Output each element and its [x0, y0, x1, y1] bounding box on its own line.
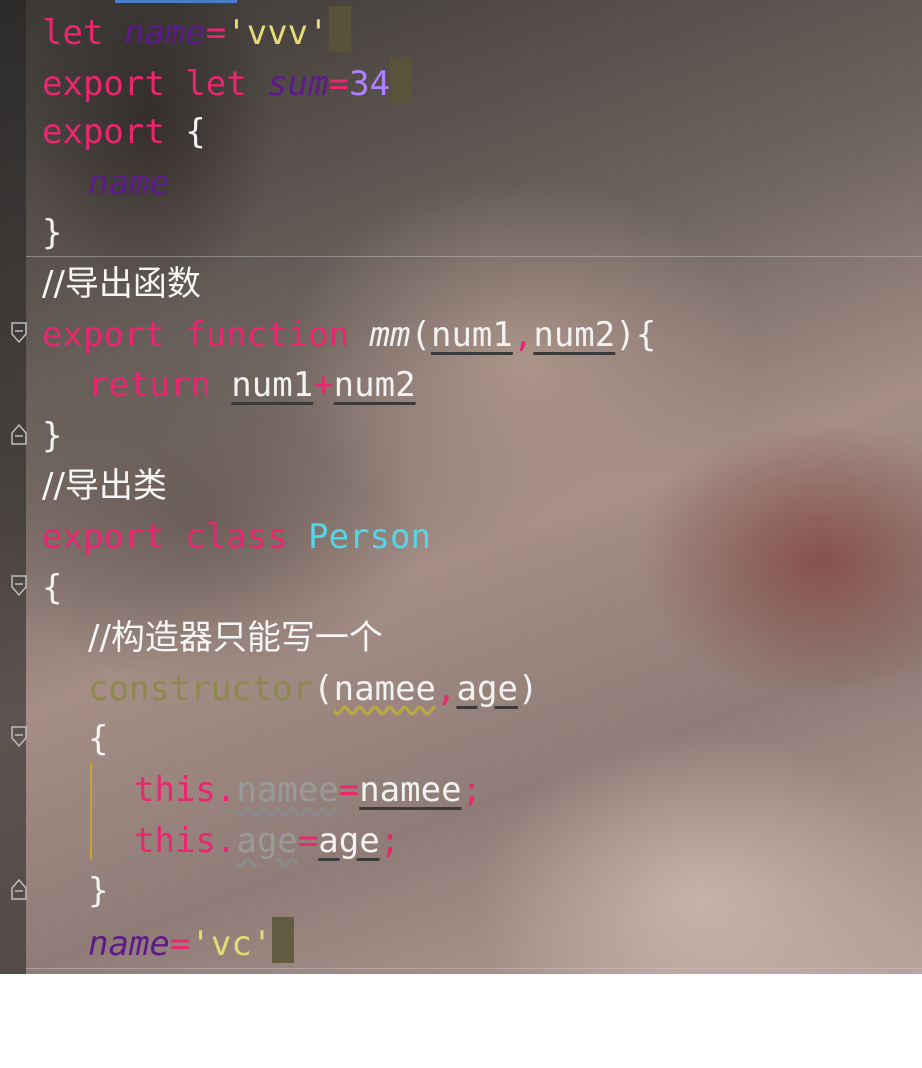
keyword-token: export — [42, 112, 186, 153]
semicolon-token: ; — [379, 820, 401, 861]
keyword-token: class — [185, 516, 309, 557]
keyword-token: export — [42, 314, 186, 355]
variable-token: name — [88, 162, 170, 203]
code-line[interactable]: name — [0, 158, 922, 209]
brace-token: } — [88, 871, 109, 912]
keyword-token: export — [42, 516, 186, 557]
code-line[interactable]: { — [0, 714, 922, 765]
parameter-token: age — [318, 820, 380, 861]
keyword-token: let — [42, 13, 124, 53]
function-name-token: mm — [369, 314, 411, 355]
code-line[interactable]: return num1+num2 — [0, 360, 922, 411]
variable-token: name — [88, 923, 170, 964]
parameter-token: namee — [359, 769, 462, 810]
brace-token: } — [42, 415, 63, 456]
comment-token: //导出函数 — [42, 263, 201, 304]
parameter-token: num1 — [430, 314, 513, 355]
code-line[interactable]: constructor(namee,age) — [0, 664, 922, 715]
keyword-token: export — [42, 63, 186, 104]
code-line[interactable]: //导出类 — [0, 461, 922, 512]
code-line[interactable]: } — [0, 411, 922, 462]
code-line[interactable]: export function mm(num1,num2){ — [0, 310, 922, 361]
parameter-token: num1 — [231, 365, 314, 406]
code-line[interactable]: export let sum=34 — [0, 56, 922, 108]
operator-token: = — [328, 63, 350, 104]
code-line[interactable]: //导出函数 — [0, 259, 922, 310]
paren-token: ( — [410, 314, 431, 355]
code-line[interactable]: export { — [0, 107, 922, 158]
brace-token: } — [42, 213, 63, 254]
code-line[interactable]: this.namee=namee; — [0, 765, 922, 816]
string-token: 'vc' — [190, 923, 273, 964]
property-token: namee — [236, 769, 339, 810]
property-token: age — [236, 820, 298, 861]
code-line[interactable]: } — [0, 866, 922, 917]
brace-token: { — [42, 567, 63, 608]
comma-token: , — [436, 668, 457, 709]
brace-token: { — [88, 719, 109, 760]
code-line[interactable]: export class Person — [0, 512, 922, 563]
fold-end-icon[interactable] — [10, 878, 28, 900]
fold-end-icon[interactable] — [10, 423, 28, 445]
text-caret — [328, 6, 351, 52]
operator-token: = — [169, 923, 191, 964]
comment-token: //导出类 — [42, 466, 167, 507]
brace-token: { — [185, 112, 206, 153]
variable-token: name — [123, 13, 206, 53]
parameter-token: age — [456, 668, 518, 709]
constructor-token: constructor — [88, 668, 314, 709]
comma-token: , — [512, 314, 534, 355]
active-tab-indicator — [115, 0, 237, 3]
keyword-token: this. — [134, 769, 237, 810]
fold-marker-icon[interactable] — [10, 321, 28, 344]
keyword-token: return — [88, 365, 232, 406]
paren-token: ( — [313, 668, 334, 709]
keyword-token: let — [185, 63, 268, 104]
keyword-token: this. — [134, 820, 237, 861]
number-token: 34 — [349, 63, 391, 104]
string-token: 'vvv' — [226, 13, 329, 53]
code-line[interactable]: name='vc' — [0, 916, 922, 968]
code-line[interactable]: { — [0, 563, 922, 614]
operator-token: + — [313, 365, 334, 406]
comment-token: //构造器只能写一个 — [88, 618, 383, 659]
operator-token: = — [338, 769, 360, 810]
code-line[interactable]: this.age=age; — [0, 816, 922, 867]
operator-token: = — [205, 13, 227, 53]
code-line[interactable]: let name='vvv' — [0, 6, 922, 57]
parameter-token: namee — [333, 668, 437, 709]
parameter-token: num2 — [333, 365, 416, 406]
text-caret — [390, 56, 413, 103]
paren-token: ){ — [615, 314, 657, 355]
operator-token: = — [297, 820, 319, 861]
fold-marker-icon[interactable] — [10, 726, 28, 748]
text-caret — [272, 916, 295, 963]
code-editor[interactable]: let name='vvv' export let sum=34 export … — [0, 6, 922, 967]
variable-token: sum — [267, 63, 329, 104]
code-line[interactable]: } — [0, 208, 922, 259]
code-line[interactable]: //构造器只能写一个 — [0, 613, 922, 664]
parameter-token: num2 — [533, 314, 616, 355]
fold-marker-icon[interactable] — [10, 574, 28, 597]
paren-token: ) — [517, 668, 539, 709]
class-name-token: Person — [308, 516, 431, 557]
semicolon-token: ; — [461, 769, 483, 810]
keyword-token: function — [185, 314, 370, 355]
